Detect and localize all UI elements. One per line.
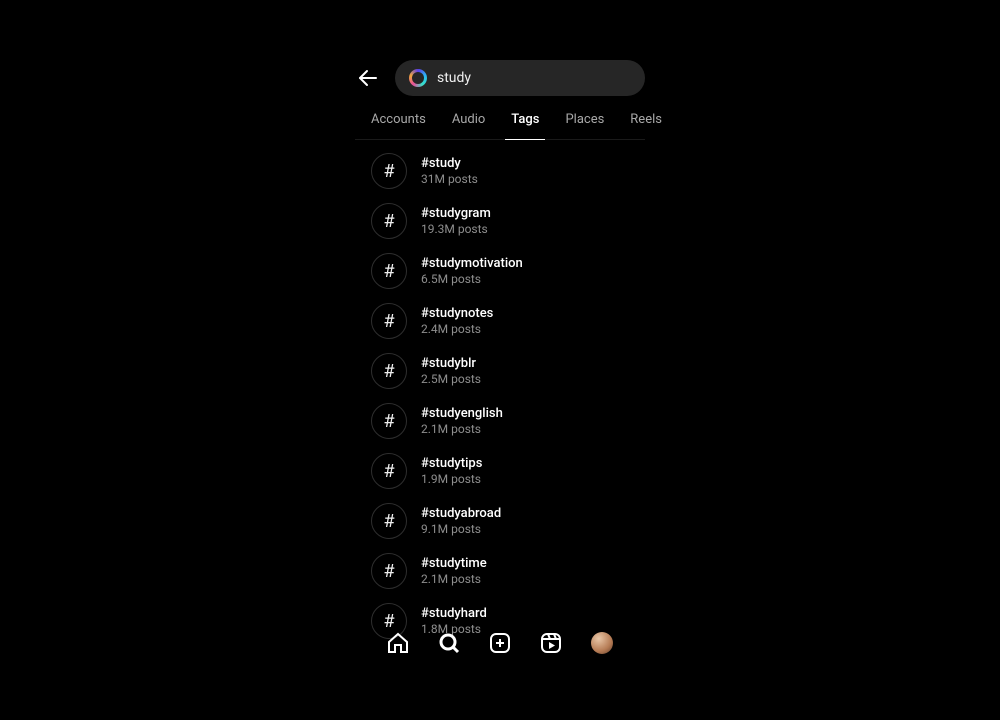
hashtag-icon: # bbox=[371, 253, 407, 289]
hashtag-icon: # bbox=[371, 503, 407, 539]
search-header: study bbox=[355, 58, 645, 106]
result-tabs: Accounts Audio Tags Places Reels bbox=[355, 106, 645, 140]
meta-ai-icon bbox=[409, 69, 427, 87]
tag-results-list: ##study31M posts##studygram19.3M posts##… bbox=[355, 140, 645, 668]
tab-audio[interactable]: Audio bbox=[452, 112, 485, 139]
tag-post-count: 31M posts bbox=[421, 172, 478, 186]
tag-name: #studytime bbox=[421, 556, 487, 572]
tag-text: #studyblr2.5M posts bbox=[421, 356, 481, 386]
tag-result[interactable]: # #studytime2.1M posts bbox=[355, 546, 645, 596]
plus-square-icon bbox=[488, 631, 512, 655]
reels-icon bbox=[539, 631, 563, 655]
tab-tags[interactable]: Tags bbox=[511, 112, 539, 139]
tag-text: #studytime2.1M posts bbox=[421, 556, 487, 586]
hashtag-icon: # bbox=[371, 303, 407, 339]
tag-text: #studymotivation6.5M posts bbox=[421, 256, 523, 286]
tag-name: #study bbox=[421, 156, 478, 172]
home-icon bbox=[386, 631, 410, 655]
nav-profile[interactable] bbox=[588, 629, 616, 657]
hashtag-icon: # bbox=[371, 353, 407, 389]
tag-text: #studynotes2.4M posts bbox=[421, 306, 493, 336]
tag-post-count: 19.3M posts bbox=[421, 222, 491, 236]
nav-create[interactable] bbox=[486, 629, 514, 657]
tag-result[interactable]: # #studytips1.9M posts bbox=[355, 446, 645, 496]
tag-post-count: 2.4M posts bbox=[421, 322, 493, 336]
hashtag-icon: # bbox=[371, 403, 407, 439]
tag-name: #studytips bbox=[421, 456, 482, 472]
tag-result[interactable]: # #studyenglish2.1M posts bbox=[355, 396, 645, 446]
tag-post-count: 6.5M posts bbox=[421, 272, 523, 286]
tag-post-count: 9.1M posts bbox=[421, 522, 501, 536]
tag-post-count: 1.9M posts bbox=[421, 472, 482, 486]
hashtag-icon: # bbox=[371, 553, 407, 589]
tag-result[interactable]: # #study31M posts bbox=[355, 146, 645, 196]
search-input[interactable]: study bbox=[395, 60, 645, 96]
hashtag-icon: # bbox=[371, 153, 407, 189]
tag-post-count: 2.1M posts bbox=[421, 572, 487, 586]
nav-home[interactable] bbox=[384, 629, 412, 657]
app-frame: study Accounts Audio Tags Places Reels #… bbox=[355, 58, 645, 668]
tab-places[interactable]: Places bbox=[565, 112, 604, 139]
tag-text: #studyabroad9.1M posts bbox=[421, 506, 501, 536]
back-button[interactable] bbox=[355, 65, 381, 91]
search-icon bbox=[437, 631, 461, 655]
tag-result[interactable]: # #studygram19.3M posts bbox=[355, 196, 645, 246]
arrow-left-icon bbox=[356, 66, 380, 90]
nav-reels[interactable] bbox=[537, 629, 565, 657]
tag-name: #studymotivation bbox=[421, 256, 523, 272]
avatar-icon bbox=[591, 632, 613, 654]
tag-name: #studynotes bbox=[421, 306, 493, 322]
tab-reels[interactable]: Reels bbox=[630, 112, 662, 139]
tag-text: #studygram19.3M posts bbox=[421, 206, 491, 236]
tag-text: #studyenglish2.1M posts bbox=[421, 406, 503, 436]
tag-text: #studytips1.9M posts bbox=[421, 456, 482, 486]
tag-result[interactable]: # #studymotivation6.5M posts bbox=[355, 246, 645, 296]
bottom-nav bbox=[355, 618, 645, 668]
tag-text: #study31M posts bbox=[421, 156, 478, 186]
tag-result[interactable]: # #studyblr2.5M posts bbox=[355, 346, 645, 396]
tag-name: #studyblr bbox=[421, 356, 481, 372]
tag-post-count: 2.5M posts bbox=[421, 372, 481, 386]
tag-post-count: 2.1M posts bbox=[421, 422, 503, 436]
hashtag-icon: # bbox=[371, 453, 407, 489]
tag-result[interactable]: # #studynotes2.4M posts bbox=[355, 296, 645, 346]
nav-search[interactable] bbox=[435, 629, 463, 657]
search-value: study bbox=[437, 70, 471, 86]
tag-result[interactable]: # #studyabroad9.1M posts bbox=[355, 496, 645, 546]
hashtag-icon: # bbox=[371, 203, 407, 239]
tab-accounts[interactable]: Accounts bbox=[371, 112, 426, 139]
tag-name: #studygram bbox=[421, 206, 491, 222]
tag-name: #studyabroad bbox=[421, 506, 501, 522]
tag-name: #studyenglish bbox=[421, 406, 503, 422]
